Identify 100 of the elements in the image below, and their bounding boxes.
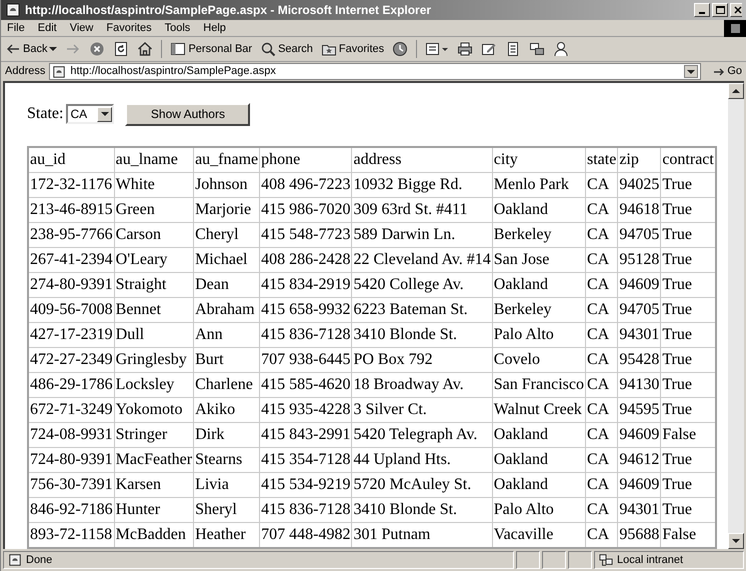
table-cell: 5420 College Av.: [352, 272, 492, 298]
page-icon: [52, 64, 66, 78]
table-cell: 427-17-2319: [28, 322, 114, 348]
table-cell: Dean: [194, 272, 260, 298]
table-cell: 267-41-2394: [28, 248, 114, 272]
menu-item[interactable]: Edit: [38, 20, 57, 36]
dropdown-caret-icon[interactable]: [49, 45, 58, 53]
table-cell: 94301: [618, 322, 661, 348]
scroll-up-icon[interactable]: [732, 87, 740, 95]
back-button[interactable]: Back: [5, 40, 58, 58]
table-cell: Green: [114, 198, 194, 222]
table-cell: Yokomoto: [114, 398, 194, 422]
menu-item[interactable]: File: [7, 20, 25, 36]
person-icon[interactable]: [553, 41, 570, 57]
menu-item[interactable]: Favorites: [106, 20, 152, 36]
table-cell: CA: [585, 322, 618, 348]
menu-item[interactable]: Help: [203, 20, 226, 36]
column-header: zip: [618, 147, 661, 172]
table-cell: Charlene: [194, 372, 260, 398]
table-cell: 94595: [618, 398, 661, 422]
table-cell: CA: [585, 448, 618, 472]
zone-text: Local intranet: [617, 552, 684, 568]
table-cell: Dirk: [194, 422, 260, 448]
table-cell: Berkeley: [492, 298, 586, 322]
table-cell: 3410 Blonde St.: [352, 498, 492, 522]
table-cell: 415 534-9219: [260, 472, 352, 498]
table-cell: 94301: [618, 498, 661, 522]
refresh-icon[interactable]: [113, 41, 130, 57]
table-cell: Cheryl: [194, 222, 260, 248]
table-cell: Covelo: [492, 348, 586, 372]
column-header: au_fname: [194, 147, 260, 172]
table-cell: Burt: [194, 348, 260, 372]
table-cell: 724-80-9391: [28, 448, 114, 472]
table-cell: 44 Upland Hts.: [352, 448, 492, 472]
table-cell: Marjorie: [194, 198, 260, 222]
printer-icon[interactable]: [457, 41, 474, 57]
table-cell: CA: [585, 272, 618, 298]
table-cell: Vacaville: [492, 522, 586, 548]
go-arrow-icon: [713, 66, 726, 78]
table-cell: 274-80-9391: [28, 272, 114, 298]
table-cell: MacFeather: [114, 448, 194, 472]
table-cell: 5420 Telegraph Av.: [352, 422, 492, 448]
table-cell: Karsen: [114, 472, 194, 498]
table-cell: CA: [585, 198, 618, 222]
table-cell: Berkeley: [492, 222, 586, 248]
table-cell: 95428: [618, 348, 661, 372]
table-cell: Sheryl: [194, 498, 260, 522]
stop-icon[interactable]: [89, 41, 106, 57]
table-cell: Locksley: [114, 372, 194, 398]
address-field[interactable]: http://localhost/aspintro/SamplePage.aspx: [49, 63, 702, 80]
table-cell: 724-08-9931: [28, 422, 114, 448]
table-cell: 94705: [618, 298, 661, 322]
menu-item[interactable]: View: [70, 20, 94, 36]
table-cell: 415 658-9932: [260, 298, 352, 322]
table-cell: 94025: [618, 172, 661, 198]
table-cell: 301 Putnam: [352, 522, 492, 548]
history-icon[interactable]: [392, 41, 408, 57]
table-cell: 756-30-7391: [28, 472, 114, 498]
table-cell: Oakland: [492, 198, 586, 222]
table-cell: 415 548-7723: [260, 222, 352, 248]
column-header: address: [352, 147, 492, 172]
table-cell: 415 354-7128: [260, 448, 352, 472]
edit-icon[interactable]: [481, 41, 498, 57]
table-cell: CA: [585, 498, 618, 522]
table-cell: McBadden: [114, 522, 194, 548]
table-cell: 10932 Bigge Rd.: [352, 172, 492, 198]
table-cell: 415 935-4228: [260, 398, 352, 422]
scrollbar[interactable]: [728, 83, 744, 549]
go-button[interactable]: Go: [705, 63, 742, 80]
maximize-button[interactable]: [712, 3, 728, 17]
home-icon[interactable]: [137, 41, 154, 57]
dropdown-caret-icon[interactable]: [687, 68, 696, 76]
table-cell: 94130: [618, 372, 661, 398]
table-cell: Gringlesby: [114, 348, 194, 372]
column-header: au_lname: [114, 147, 194, 172]
table-cell: Menlo Park: [492, 172, 586, 198]
column-header: city: [492, 147, 586, 172]
table-cell: Walnut Creek: [492, 398, 586, 422]
show-authors-button[interactable]: Show Authors: [125, 102, 250, 126]
table-cell: 415 986-7020: [260, 198, 352, 222]
dropdown-caret-icon[interactable]: [100, 110, 109, 118]
personal-bar-button[interactable]: Personal Bar: [170, 40, 252, 58]
table-cell: 3410 Blonde St.: [352, 322, 492, 348]
table-cell: CA: [585, 398, 618, 422]
state-select[interactable]: CA: [66, 104, 114, 124]
table-cell: 18 Broadway Av.: [352, 372, 492, 398]
table-cell: 415 843-2991: [260, 422, 352, 448]
minimize-button[interactable]: [694, 3, 710, 17]
table-cell: Dull: [114, 322, 194, 348]
scroll-down-icon[interactable]: [732, 537, 740, 545]
search-button[interactable]: Search: [260, 40, 313, 58]
table-cell: White: [114, 172, 194, 198]
favorites-button[interactable]: Favorites: [320, 40, 384, 58]
table-cell: 408 496-7223: [260, 172, 352, 198]
table-cell: 94612: [618, 448, 661, 472]
chat-icon[interactable]: [529, 41, 546, 57]
menu-item[interactable]: Tools: [164, 20, 190, 36]
close-button[interactable]: [730, 3, 742, 17]
network-icon: [599, 553, 613, 567]
table-cell: 707 938-6445: [260, 348, 352, 372]
